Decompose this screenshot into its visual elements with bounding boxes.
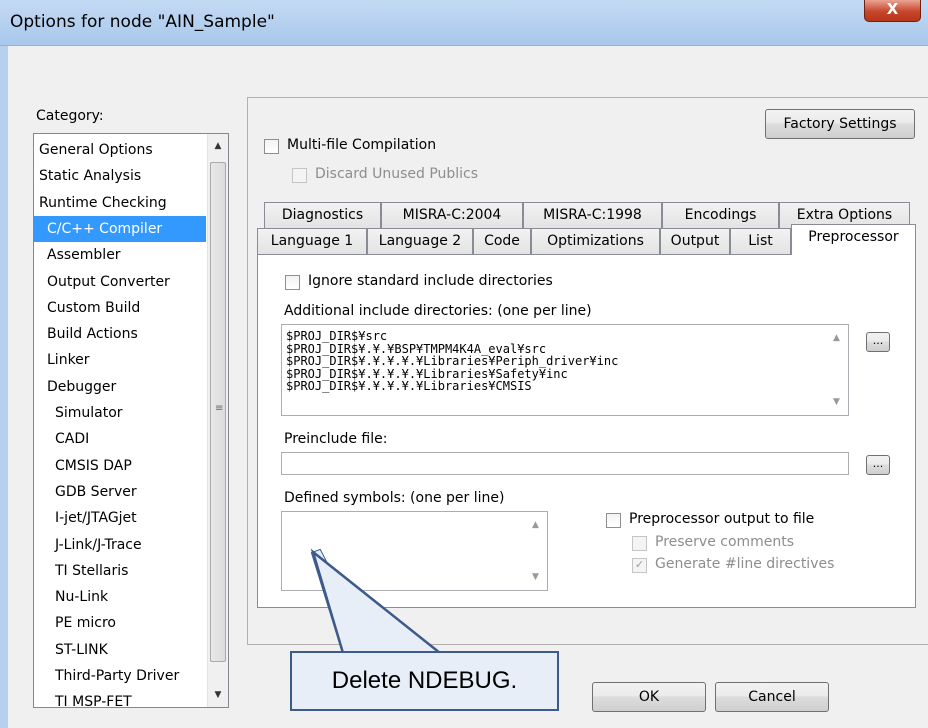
callout-pointer-outline bbox=[310, 548, 441, 654]
callout-arrow bbox=[310, 548, 441, 654]
callout-note: Delete NDEBUG. bbox=[290, 651, 559, 711]
